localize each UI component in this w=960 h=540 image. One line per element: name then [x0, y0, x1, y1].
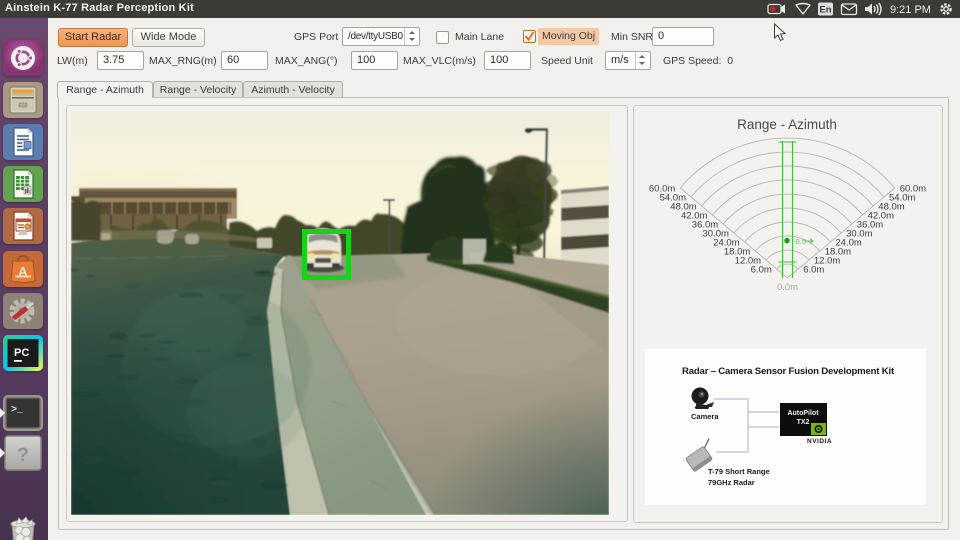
- svg-text:En: En: [819, 5, 831, 16]
- svg-text:AutoPilot: AutoPilot: [787, 410, 819, 417]
- svg-text:9:21 PM: 9:21 PM: [890, 4, 931, 16]
- svg-text:0.0m: 0.0m: [777, 282, 798, 293]
- svg-text:60.0m: 60.0m: [649, 184, 675, 195]
- svg-text:60.0m: 60.0m: [900, 184, 926, 195]
- svg-text:NVIDIA: NVIDIA: [807, 438, 832, 445]
- svg-text:PC: PC: [14, 347, 29, 359]
- svg-text:TX2: TX2: [797, 419, 810, 426]
- svg-text:?: ?: [17, 445, 29, 466]
- svg-text:Range - Azimuth: Range - Azimuth: [737, 117, 837, 132]
- svg-text:Radar – Camera Sensor Fusion D: Radar – Camera Sensor Fusion Development…: [682, 366, 895, 377]
- svg-text:>_: >_: [11, 405, 24, 416]
- svg-text:79GHz Radar: 79GHz Radar: [708, 478, 755, 487]
- svg-text:-0.5: -0.5: [793, 237, 806, 246]
- svg-text:Camera: Camera: [691, 412, 719, 421]
- svg-text:T-79 Short Range: T-79 Short Range: [708, 467, 770, 476]
